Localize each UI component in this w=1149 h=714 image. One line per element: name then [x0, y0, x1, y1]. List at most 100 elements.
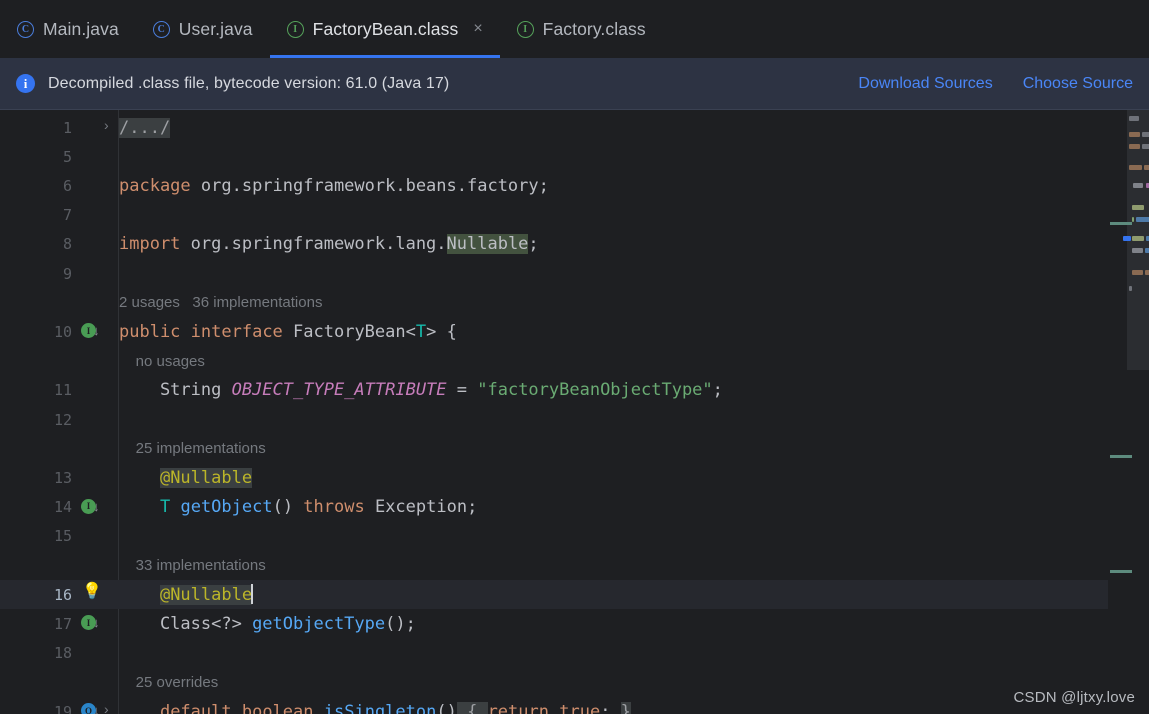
notification-message: Decompiled .class file, bytecode version… — [48, 74, 450, 92]
gutter-icon-slot — [72, 171, 119, 200]
code-inlay-hint-row[interactable]: no usages — [0, 347, 1108, 376]
code-text[interactable]: default boolean isSingleton() { return t… — [119, 701, 631, 714]
intention-bulb-icon[interactable]: 💡 — [82, 584, 102, 600]
notification-link-download-sources[interactable]: Download Sources — [858, 75, 992, 93]
code-line-row[interactable]: 5 — [0, 142, 1108, 171]
code-text[interactable]: @Nullable — [119, 467, 253, 488]
code-token: Nullable — [446, 234, 529, 255]
code-line-row[interactable]: 7 — [0, 201, 1108, 230]
editor-tab-factory-class[interactable]: I Factory.class — [500, 0, 663, 58]
line-number: 7 — [62, 206, 72, 225]
code-token: org.springframework.lang. — [180, 234, 447, 255]
code-fold-expand-icon[interactable]: › — [104, 702, 109, 714]
code-line-row[interactable]: 18 — [0, 639, 1108, 668]
minimap-code-mark — [1136, 217, 1149, 222]
gutter-icon-slot — [72, 639, 119, 668]
editor-change-marker[interactable] — [1110, 570, 1132, 573]
class-icon: C — [152, 20, 170, 38]
code-inlay-hint-row[interactable]: 25 overrides — [0, 668, 1108, 697]
inlay-hint-text[interactable]: no usages — [119, 353, 205, 370]
line-number: 12 — [53, 410, 72, 429]
tab-label: FactoryBean.class — [312, 18, 459, 39]
code-line-row[interactable]: 1 › /.../ — [0, 113, 1108, 142]
code-text[interactable]: import org.springframework.lang.Nullable… — [119, 234, 539, 255]
code-token: "factoryBeanObjectType" — [477, 380, 713, 401]
notification-actions: Download Sources Choose Source — [858, 75, 1133, 93]
code-line-row[interactable]: 10 I ↓ public interface FactoryBean<T> { — [0, 317, 1108, 346]
editor-change-marker[interactable] — [1110, 222, 1132, 225]
gutter-icon-slot: 💡 — [72, 580, 119, 609]
inlay-hint-text[interactable]: 25 implementations — [119, 440, 266, 457]
code-text[interactable]: package org.springframework.beans.factor… — [119, 176, 549, 196]
code-token: interface — [190, 321, 283, 342]
code-line-row[interactable]: 9 — [0, 259, 1108, 288]
line-number: 9 — [62, 264, 72, 283]
code-text[interactable]: /.../ — [119, 117, 171, 138]
code-editor[interactable]: 1 › /.../ 5 6 package org.springframework.bea… — [0, 110, 1149, 714]
code-token: FactoryBean< — [282, 321, 416, 342]
code-line-row[interactable]: 12 — [0, 405, 1108, 434]
editor-change-marker[interactable] — [1110, 455, 1132, 458]
inlay-hint-text[interactable]: 2 usages 36 implementations — [119, 294, 322, 311]
minimap-code-mark — [1144, 165, 1149, 170]
gutter-icon-slot: I ↓ — [72, 609, 119, 638]
code-inlay-hint-row[interactable]: 25 implementations — [0, 434, 1108, 463]
code-line-row[interactable]: 15 — [0, 522, 1108, 551]
code-line-row[interactable]: 11 String OBJECT_TYPE_ATTRIBUTE = "facto… — [0, 376, 1108, 405]
code-line-row[interactable]: 6 package org.springframework.beans.facto… — [0, 171, 1108, 200]
code-token: > { — [426, 321, 457, 342]
code-line-row[interactable]: 17 I ↓ Class<?> getObjectType(); — [0, 609, 1108, 638]
editor-minimap-scrollbar[interactable] — [1110, 110, 1149, 714]
inlay-hint-text[interactable]: 33 implementations — [119, 557, 266, 574]
line-number: 18 — [53, 644, 72, 663]
code-token: public — [119, 321, 181, 342]
code-token: Class<?> — [119, 613, 253, 634]
code-line-row[interactable]: 8 import org.springframework.lang.Nullabl… — [0, 230, 1108, 259]
code-inlay-hint-row[interactable]: 2 usages 36 implementations — [0, 288, 1108, 317]
code-line-row[interactable]: 13 @Nullable — [0, 463, 1108, 492]
gutter-icon-slot — [72, 668, 119, 697]
minimap-code-mark — [1132, 205, 1144, 210]
code-token: ; — [600, 701, 621, 714]
watermark: CSDN @ljtxy.love — [1013, 689, 1135, 706]
editor-tab-factorybean-class[interactable]: I FactoryBean.class × — [269, 0, 500, 58]
minimap-code-mark — [1129, 116, 1139, 121]
code-text[interactable]: Class<?> getObjectType(); — [119, 614, 416, 634]
editor-tab-main-java[interactable]: C Main.java — [0, 0, 136, 58]
code-inlay-hint-row[interactable]: 33 implementations — [0, 551, 1108, 580]
interface-icon: I — [516, 20, 534, 38]
gutter-icon-slot — [72, 551, 119, 580]
close-icon[interactable]: × — [473, 21, 482, 37]
gutter-icon-slot: I ↓ — [72, 317, 119, 346]
code-line-row[interactable]: 14 I ↓ T getObject() throws Exception; — [0, 493, 1108, 522]
minimap-preview[interactable] — [1123, 110, 1149, 370]
code-text[interactable]: @Nullable — [119, 584, 253, 606]
editor-tab-user-java[interactable]: C User.java — [136, 0, 270, 58]
code-line-row[interactable]: 16 💡 @Nullable — [0, 580, 1108, 610]
inlay-hint-text[interactable]: 25 overrides — [119, 674, 219, 691]
minimap-code-mark — [1132, 236, 1144, 241]
minimap-code-mark — [1129, 132, 1140, 137]
code-token: package — [119, 175, 191, 196]
code-line-row[interactable]: 19 O ↓ › default boolean isSingleton() { re… — [0, 697, 1108, 714]
code-text[interactable]: public interface FactoryBean<T> { — [119, 322, 457, 342]
line-number: 11 — [53, 381, 72, 400]
notification-link-choose-source[interactable]: Choose Source — [1023, 75, 1133, 93]
line-number: 14 — [53, 498, 72, 517]
code-token: org.springframework.beans.factory; — [190, 175, 549, 196]
code-token: getObjectType — [252, 613, 386, 634]
code-token: String — [119, 380, 232, 401]
code-token: @Nullable — [159, 467, 253, 488]
code-text[interactable]: T getObject() throws Exception; — [119, 497, 477, 517]
code-token: ; — [712, 380, 723, 401]
gutter-icon-slot — [72, 347, 119, 376]
line-number: 6 — [62, 176, 72, 195]
tab-label: User.java — [178, 18, 253, 39]
code-text[interactable]: String OBJECT_TYPE_ATTRIBUTE = "factoryB… — [119, 380, 723, 400]
gutter-arrow-down-icon: ↓ — [93, 323, 100, 339]
code-fold-expand-icon[interactable]: › — [104, 118, 109, 132]
